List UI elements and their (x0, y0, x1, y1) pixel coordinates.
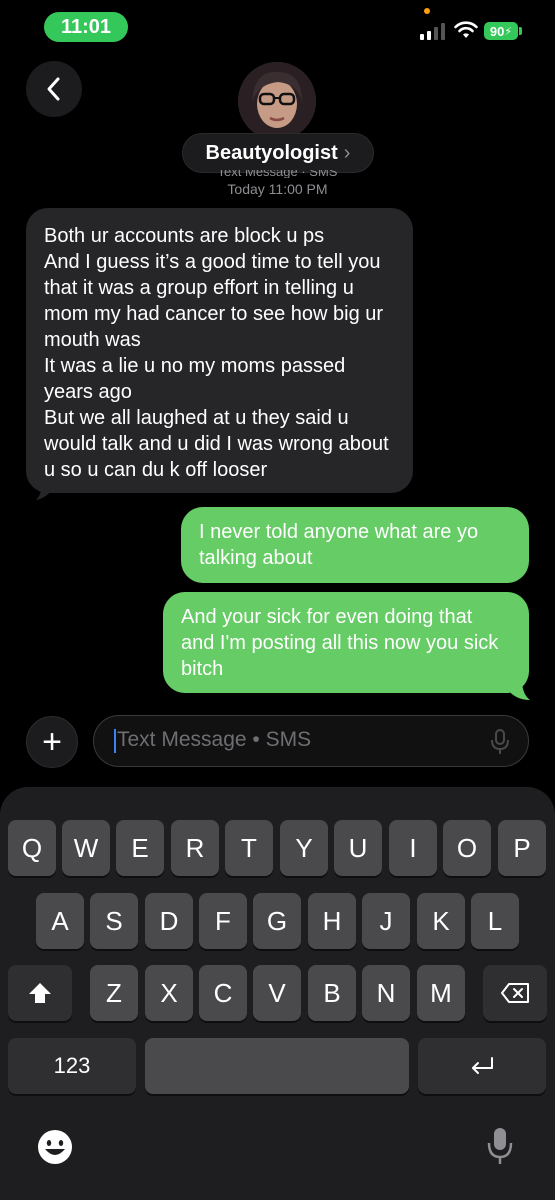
key-label: J (379, 905, 393, 936)
key-k[interactable]: K (417, 893, 465, 949)
key-label: V (268, 977, 286, 1008)
key-label: A (51, 905, 69, 936)
key-u[interactable]: U (334, 820, 382, 876)
key-label: U (348, 832, 368, 863)
outgoing-message-bubble[interactable]: I never told anyone what are yo talking … (181, 507, 529, 583)
backspace-icon (501, 983, 529, 1003)
key-r[interactable]: R (171, 820, 219, 876)
key-label: G (266, 905, 288, 936)
space-bar[interactable] (145, 1038, 409, 1094)
key-label: K (432, 905, 450, 936)
service-label: Text Message · SMS (217, 170, 338, 178)
contact-name: Beautyologist (205, 141, 338, 164)
key-i[interactable]: I (389, 820, 437, 876)
key-label: C (213, 977, 233, 1008)
return-key[interactable] (418, 1038, 546, 1094)
key-q[interactable]: Q (8, 820, 56, 876)
key-label: Y (295, 832, 313, 863)
key-label: F (215, 905, 231, 936)
outgoing-message-bubble[interactable]: And your sick for even doing that and I'… (163, 592, 529, 693)
key-label: D (159, 905, 179, 936)
wifi-icon (454, 21, 478, 38)
delete-key[interactable] (483, 965, 547, 1021)
key-label: R (185, 832, 205, 863)
key-b[interactable]: B (308, 965, 356, 1021)
key-n[interactable]: N (362, 965, 410, 1021)
key-v[interactable]: V (253, 965, 301, 1021)
key-label: 123 (53, 1053, 91, 1078)
key-label: N (376, 977, 396, 1008)
key-m[interactable]: M (417, 965, 465, 1021)
key-label: Q (21, 832, 43, 863)
text-cursor (114, 729, 116, 753)
key-label: Z (106, 977, 122, 1008)
key-z[interactable]: Z (90, 965, 138, 1021)
microphone-icon[interactable] (486, 1126, 514, 1166)
key-a[interactable]: A (36, 893, 84, 949)
key-s[interactable]: S (90, 893, 138, 949)
message-input-placeholder: Text Message • SMS (117, 728, 312, 751)
key-p[interactable]: P (498, 820, 546, 876)
emoji-icon[interactable] (36, 1128, 74, 1166)
return-icon (472, 1057, 493, 1074)
key-label: O (456, 832, 478, 863)
key-d[interactable]: D (145, 893, 193, 949)
key-h[interactable]: H (308, 893, 356, 949)
key-w[interactable]: W (62, 820, 110, 876)
key-c[interactable]: C (199, 965, 247, 1021)
dictation-mic-icon[interactable] (488, 728, 512, 756)
key-label: B (323, 977, 341, 1008)
key-label: T (241, 832, 257, 863)
add-attachment-button[interactable]: + (26, 716, 78, 768)
key-l[interactable]: L (471, 893, 519, 949)
outgoing-bubble-tail (508, 680, 530, 700)
key-g[interactable]: G (253, 893, 301, 949)
keyboard: Q W E R T Y U I O P A S D F G H J K L Z … (0, 787, 555, 1200)
key-o[interactable]: O (443, 820, 491, 876)
incoming-bubble-tail (36, 478, 56, 500)
key-x[interactable]: X (145, 965, 193, 1021)
chevron-left-icon (47, 77, 60, 101)
battery-icon: 90 ⚡ (484, 22, 518, 40)
key-t[interactable]: T (225, 820, 273, 876)
shift-icon (29, 983, 51, 1003)
contact-avatar[interactable] (238, 62, 316, 140)
key-label: E (131, 832, 149, 863)
mic-in-use-indicator (424, 8, 430, 14)
incoming-message-bubble[interactable]: Both ur accounts are block u ps And I gu… (26, 208, 413, 493)
key-e[interactable]: E (116, 820, 164, 876)
status-time: 11:01 (44, 12, 128, 42)
key-label: M (430, 977, 452, 1008)
chevron-right-icon: › (343, 141, 351, 164)
key-f[interactable]: F (199, 893, 247, 949)
key-label: P (513, 832, 531, 863)
key-j[interactable]: J (362, 893, 410, 949)
key-label: H (322, 905, 342, 936)
avatar-photo (238, 62, 316, 140)
key-label: X (160, 977, 178, 1008)
battery-tip (519, 27, 522, 35)
key-y[interactable]: Y (280, 820, 328, 876)
key-label: I (409, 832, 417, 863)
key-label: S (105, 905, 123, 936)
battery-level: 90 (489, 23, 505, 39)
key-label: L (487, 905, 503, 936)
shift-key[interactable] (8, 965, 72, 1021)
numbers-key[interactable]: 123 (8, 1038, 136, 1094)
message-timestamp: Today 11:00 PM (227, 181, 328, 197)
contact-name-button[interactable]: Beautyologist › (182, 133, 374, 173)
cellular-signal-icon (420, 22, 446, 40)
key-label: W (73, 832, 99, 863)
back-button[interactable] (26, 61, 82, 117)
